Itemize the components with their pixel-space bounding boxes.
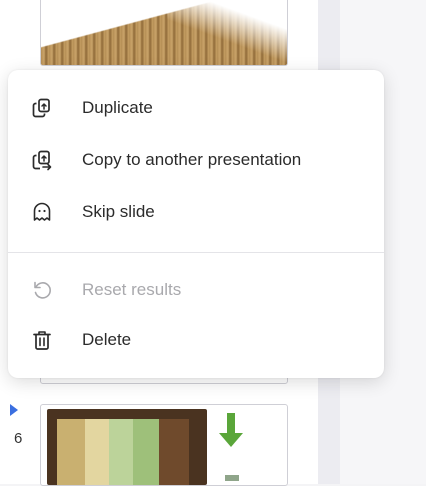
slide-thumbnail-image — [47, 409, 207, 485]
menu-item-label: Duplicate — [82, 98, 153, 117]
menu-item-label: Skip slide — [82, 202, 155, 221]
duplicate-icon — [32, 98, 50, 118]
menu-item-reset-results[interactable]: Reset results — [8, 270, 384, 310]
menu-item-duplicate[interactable]: Duplicate — [8, 88, 384, 128]
menu-item-skip-slide[interactable]: Skip slide — [8, 192, 384, 232]
slide-thumbnail[interactable] — [40, 0, 288, 66]
menu-item-label: Copy to another presentation — [82, 150, 302, 169]
menu-item-label: Reset results — [82, 280, 182, 299]
current-slide-marker-icon — [10, 404, 18, 416]
slide-graphic — [225, 475, 239, 481]
menu-separator — [8, 252, 384, 253]
menu-item-label: Delete — [82, 330, 132, 349]
slide-thumbnail[interactable] — [40, 404, 288, 486]
reset-icon — [34, 281, 51, 299]
slide-number: 6 — [14, 430, 23, 447]
arrow-down-graphic — [219, 413, 243, 447]
menu-item-copy-to-another-presentation[interactable]: Copy to another presentation — [8, 140, 384, 180]
copy-to-presentation-icon — [32, 150, 52, 171]
slide-thumbnail-image — [41, 0, 287, 65]
ghost-icon — [33, 202, 51, 221]
slide-context-menu: Duplicate Copy to another presentation S… — [8, 70, 384, 378]
trash-icon — [33, 331, 51, 350]
menu-item-delete[interactable]: Delete — [8, 320, 384, 360]
